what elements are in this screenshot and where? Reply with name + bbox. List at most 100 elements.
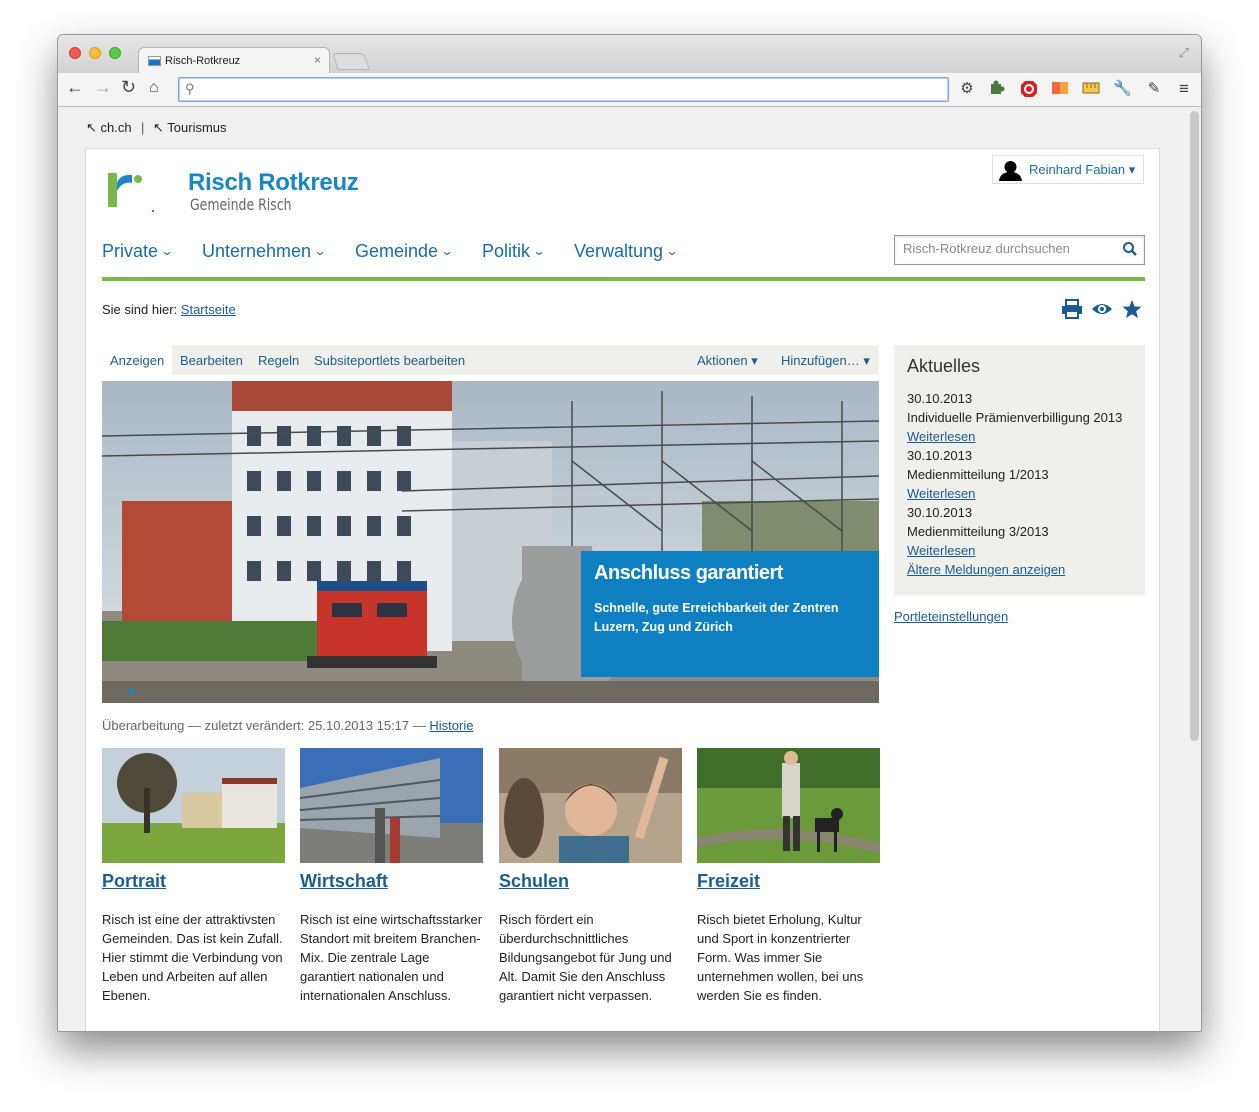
byline-text: Überarbeitung — zuletzt verändert: 25.10… xyxy=(102,718,430,733)
hero-title: Anschluss garantiert xyxy=(594,562,783,584)
settings-gear-icon[interactable]: ⚙ xyxy=(958,80,976,98)
ruler-extension-icon[interactable] xyxy=(1082,80,1100,98)
search-icon[interactable] xyxy=(1121,240,1139,258)
site-favicon-icon xyxy=(148,56,161,66)
news-heading: Aktuelles xyxy=(907,356,981,376)
browser-window: Risch-Rotkreuz × ⤢ ← → ↻ ⌂ ⚲ ⚙ 🔧 ✎ ≡ ↖ c… xyxy=(57,34,1202,1032)
teaser-title-freizeit[interactable]: Freizeit xyxy=(697,871,880,892)
user-name: Reinhard Fabian xyxy=(1029,162,1126,177)
teaser-schulen: Schulen Risch fördert ein überdurchschni… xyxy=(499,748,682,1005)
chevron-down-icon: ⌄ xyxy=(532,244,546,258)
browser-tab[interactable]: Risch-Rotkreuz × xyxy=(138,47,330,73)
web-page: Risch Rotkreuz Gemeinde Risch Reinhard F… xyxy=(85,148,1160,1031)
teaser-text: Risch fördert ein überdurchschnittliches… xyxy=(499,912,672,1003)
actions-menu[interactable]: Aktionen ▾ xyxy=(697,353,758,369)
hero-caption[interactable]: Anschluss garantiert Schnelle, gute Erre… xyxy=(581,551,879,677)
fullscreen-icon[interactable]: ⤢ xyxy=(1179,45,1189,61)
breadcrumb: Sie sind hier: Startseite xyxy=(102,302,236,317)
eyedropper-icon[interactable]: ✎ xyxy=(1145,80,1163,98)
news-read-more-link[interactable]: Weiterlesen xyxy=(907,427,1132,446)
external-arrow-icon: ↖ xyxy=(153,120,164,135)
bookmark-label: Tourismus xyxy=(167,120,227,135)
news-date: 30.10.2013 xyxy=(907,391,973,406)
site-title[interactable]: Risch Rotkreuz xyxy=(188,169,359,197)
back-icon[interactable]: ← xyxy=(66,77,84,98)
tab-title: Risch-Rotkreuz xyxy=(165,55,241,67)
breadcrumb-link-startseite[interactable]: Startseite xyxy=(181,302,236,317)
news-read-more-link[interactable]: Weiterlesen xyxy=(907,541,1132,560)
nav-label: Politik xyxy=(482,241,531,261)
browser-toolbar: ← → ↻ ⌂ ⚲ ⚙ 🔧 ✎ ≡ xyxy=(58,73,1201,107)
tab-regeln[interactable]: Regeln xyxy=(258,353,299,368)
bookmarks-bar: ↖ ch.ch | ↖ Tourismus xyxy=(58,108,1201,148)
user-caret-icon: ▾ xyxy=(1128,162,1136,177)
adblock-stop-icon[interactable] xyxy=(1020,80,1038,98)
star-icon[interactable] xyxy=(1121,299,1143,319)
bookmark-chch[interactable]: ↖ ch.ch xyxy=(86,120,132,136)
news-title: Medienmitteilung 1/2013 xyxy=(907,467,1049,482)
tab-anzeigen[interactable]: Anzeigen xyxy=(102,345,173,375)
site-search xyxy=(894,235,1145,265)
reload-icon[interactable]: ↻ xyxy=(121,77,136,98)
nav-item-gemeinde[interactable]: Gemeinde ⌄ xyxy=(355,241,454,262)
teaser-title-schulen[interactable]: Schulen xyxy=(499,871,682,892)
document-byline: Überarbeitung — zuletzt verändert: 25.10… xyxy=(102,718,473,733)
user-avatar-icon xyxy=(999,161,1022,181)
user-menu[interactable]: Reinhard Fabian ▾ xyxy=(992,155,1144,184)
new-tab-button[interactable] xyxy=(331,53,371,70)
menu-icon[interactable]: ≡ xyxy=(1175,80,1193,98)
nav-divider xyxy=(102,277,1145,281)
portlet-settings-link[interactable]: Portleteinstellungen xyxy=(894,609,1008,624)
hero-slideshow[interactable]: Anschluss garantiert Schnelle, gute Erre… xyxy=(102,381,879,703)
nav-item-private[interactable]: Private ⌄ xyxy=(102,241,174,262)
teaser-freizeit: Freizeit Risch bietet Erholung, Kultur u… xyxy=(697,748,880,1005)
omnibox-search-icon: ⚲ xyxy=(185,81,195,96)
tab-subsiteportlets[interactable]: Subsiteportlets bearbeiten xyxy=(314,353,465,368)
wrench-icon[interactable]: 🔧 xyxy=(1113,80,1132,98)
teaser-image[interactable] xyxy=(697,748,880,863)
teaser-image[interactable] xyxy=(300,748,483,863)
news-date: 30.10.2013 xyxy=(907,505,973,520)
minimize-window-button[interactable] xyxy=(89,47,101,59)
nav-item-politik[interactable]: Politik ⌄ xyxy=(482,241,546,262)
forward-icon[interactable]: → xyxy=(94,77,112,98)
external-arrow-icon: ↖ xyxy=(86,120,97,135)
close-window-button[interactable] xyxy=(69,47,81,59)
hero-text: Schnelle, gute Erreichbarkeit der Zentre… xyxy=(594,601,839,634)
teaser-portrait: Portrait Risch ist eine der attraktivste… xyxy=(102,748,285,1005)
tab-close-icon[interactable]: × xyxy=(314,53,321,67)
nav-item-verwaltung[interactable]: Verwaltung ⌄ xyxy=(574,241,679,262)
page-scrollbar[interactable] xyxy=(1190,111,1199,741)
teaser-image[interactable] xyxy=(102,748,285,863)
address-bar[interactable]: ⚲ xyxy=(178,77,949,102)
search-input[interactable] xyxy=(903,241,1118,256)
teaser-image[interactable] xyxy=(499,748,682,863)
tab-bearbeiten[interactable]: Bearbeiten xyxy=(180,353,243,368)
news-read-more-link[interactable]: Weiterlesen xyxy=(907,484,1132,503)
home-icon[interactable]: ⌂ xyxy=(149,79,159,97)
older-news-link[interactable]: Ältere Meldungen anzeigen xyxy=(907,560,1132,579)
bookmark-separator: | xyxy=(141,120,145,135)
puzzle-extension-icon[interactable] xyxy=(988,80,1006,98)
teaser-title-portrait[interactable]: Portrait xyxy=(102,871,285,892)
news-portlet: Aktuelles 30.10.2013 Individuelle Prämie… xyxy=(894,345,1145,595)
eye-icon[interactable] xyxy=(1091,299,1113,319)
nav-label: Verwaltung xyxy=(574,241,664,261)
print-icon[interactable] xyxy=(1061,299,1083,319)
nav-label: Gemeinde xyxy=(355,241,439,261)
zoom-window-button[interactable] xyxy=(109,47,121,59)
add-menu[interactable]: Hinzufügen… ▾ xyxy=(781,353,870,369)
bookmark-tourismus[interactable]: ↖ Tourismus xyxy=(153,120,227,136)
chevron-down-icon: ⌄ xyxy=(160,244,174,258)
color-extension-icon[interactable] xyxy=(1051,80,1069,98)
edit-toolbar: Anzeigen Bearbeiten Regeln Subsiteportle… xyxy=(102,345,879,375)
history-link[interactable]: Historie xyxy=(429,718,473,733)
logo-r-icon[interactable] xyxy=(104,169,160,215)
teaser-wirtschaft: Wirtschaft Risch ist eine wirtschaftssta… xyxy=(300,748,483,1005)
teaser-title-wirtschaft[interactable]: Wirtschaft xyxy=(300,871,483,892)
teaser-text: Risch ist eine wirtschaftsstarker Stando… xyxy=(300,912,483,1003)
tab-strip: Risch-Rotkreuz × ⤢ xyxy=(58,35,1201,73)
teaser-text: Risch bietet Erholung, Kultur und Sport … xyxy=(697,912,864,1003)
nav-item-unternehmen[interactable]: Unternehmen ⌄ xyxy=(202,241,327,262)
teaser-text: Risch ist eine der attraktivsten Gemeind… xyxy=(102,912,283,1003)
